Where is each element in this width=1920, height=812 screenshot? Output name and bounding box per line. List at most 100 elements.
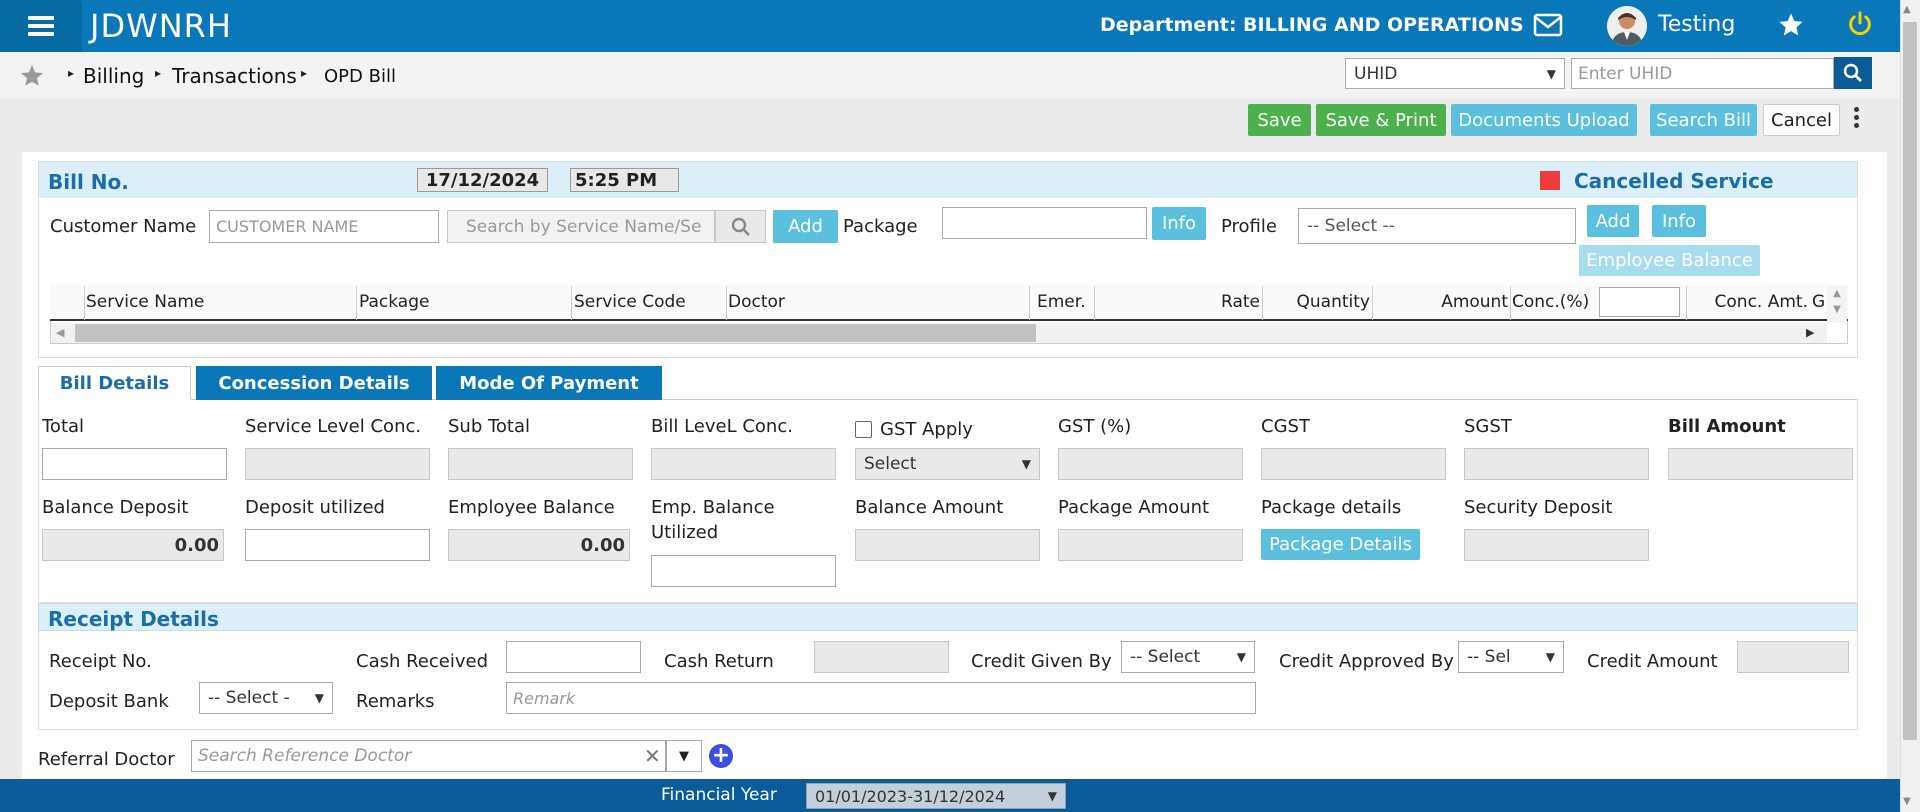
col-conc-pct[interactable]: Conc.(%) (1512, 292, 1589, 312)
gst-apply-checkbox[interactable] (855, 421, 872, 438)
tab-concession-details[interactable]: Concession Details (196, 366, 432, 400)
employee-balance-label: Employee Balance (448, 497, 615, 518)
bill-date: 17/12/2024 (417, 168, 548, 192)
tab-mode-of-payment[interactable]: Mode Of Payment (436, 366, 662, 400)
credit-given-by-value: -- Select (1130, 647, 1201, 667)
security-deposit-field (1464, 529, 1649, 561)
emp-balance-utilized-label-2: Utilized (651, 522, 719, 543)
conc-pct-input[interactable] (1599, 287, 1680, 317)
emp-balance-utilized-input[interactable] (651, 555, 836, 587)
chevron-down-icon: ▼ (1546, 66, 1556, 81)
col-service-code[interactable]: Service Code (574, 292, 686, 312)
tab-bill-details[interactable]: Bill Details (38, 366, 191, 400)
deposit-bank-select[interactable]: -- Select - ▼ (199, 682, 333, 714)
profile-select-value: -- Select -- (1307, 216, 1395, 236)
bill-amount-field (1668, 448, 1853, 480)
add-profile-button[interactable]: Add (1587, 205, 1639, 237)
breadcrumb-billing[interactable]: Billing (83, 64, 144, 88)
star-icon[interactable] (1777, 11, 1805, 39)
clear-icon[interactable]: ✕ (644, 744, 661, 768)
breadcrumb-opd-bill: OPD Bill (324, 66, 396, 87)
breadcrumb-transactions[interactable]: Transactions (172, 64, 297, 88)
power-icon[interactable] (1846, 10, 1874, 38)
chevron-down-icon: ▼ (1545, 650, 1555, 664)
uhid-input[interactable]: Enter UHID (1571, 58, 1834, 89)
package-info-button[interactable]: Info (1152, 207, 1206, 240)
search-type-select[interactable]: UHID ▼ (1345, 58, 1565, 89)
customer-name-label: Customer Name (50, 216, 197, 237)
search-button[interactable] (1834, 57, 1872, 89)
add-service-button[interactable]: Add (773, 210, 838, 243)
app-brand: JDWNRH (90, 7, 232, 45)
deposit-bank-value: -- Select - (208, 688, 290, 708)
cgst-label: CGST (1261, 416, 1310, 437)
documents-upload-button[interactable]: Documents Upload (1451, 104, 1637, 136)
gst-apply-label: GST Apply (880, 419, 973, 440)
service-search-input[interactable]: Search by Service Name/Se (447, 210, 715, 243)
deposit-utilized-input[interactable] (245, 529, 430, 561)
table-vscroll[interactable]: ▲ ▼ (1827, 286, 1847, 323)
receipt-no-label: Receipt No. (49, 651, 152, 672)
col-package[interactable]: Package (359, 292, 429, 312)
cancel-button[interactable]: Cancel (1763, 104, 1840, 136)
credit-approved-by-select[interactable]: -- Sel ▼ (1458, 641, 1564, 673)
col-doctor[interactable]: Doctor (728, 292, 785, 312)
financial-year-value: 01/01/2023-31/12/2024 (815, 786, 1006, 806)
mail-icon[interactable] (1533, 13, 1563, 37)
credit-given-by-select[interactable]: -- Select ▼ (1121, 641, 1255, 673)
balance-amount-field (855, 529, 1040, 561)
chevron-down-icon: ▼ (1047, 789, 1057, 803)
save-button[interactable]: Save (1248, 104, 1311, 136)
gst-pct-field (1058, 448, 1243, 480)
scroll-up-icon[interactable]: ▲ (1903, 4, 1911, 15)
employee-balance-button[interactable]: Employee Balance (1579, 245, 1760, 276)
favorite-star-icon[interactable] (19, 63, 45, 89)
referral-doctor-input[interactable]: Search Reference Doctor (191, 740, 666, 772)
scroll-down-icon[interactable]: ▼ (1903, 796, 1911, 807)
col-amount[interactable]: Amount (1372, 292, 1508, 312)
service-level-conc-label: Service Level Conc. (245, 416, 422, 437)
col-emergency[interactable]: Emer. (1037, 292, 1086, 312)
page-scroll-thumb[interactable] (1903, 22, 1917, 740)
service-level-conc-field (245, 448, 430, 480)
gst-select[interactable]: Select ▼ (855, 448, 1040, 480)
bill-time: 5:25 PM (570, 168, 679, 192)
cancelled-service-label: Cancelled Service (1574, 169, 1774, 193)
col-quantity[interactable]: Quantity (1262, 292, 1370, 312)
more-options-icon[interactable] (1854, 107, 1860, 128)
avatar[interactable] (1607, 6, 1647, 46)
receipt-details-title: Receipt Details (48, 607, 219, 631)
package-details-button[interactable]: Package Details (1261, 529, 1420, 560)
search-bill-button[interactable]: Search Bill (1650, 104, 1757, 136)
col-rate[interactable]: Rate (1094, 292, 1260, 312)
bill-level-conc-field (651, 448, 836, 480)
scroll-right-icon[interactable]: ▶ (1806, 326, 1814, 339)
remarks-input[interactable]: Remark (506, 682, 1256, 714)
total-label: Total (42, 416, 85, 437)
col-conc-amt[interactable]: Conc. Amt. (1686, 292, 1808, 312)
hscroll-thumb[interactable] (75, 324, 1036, 342)
menu-button[interactable] (0, 0, 82, 52)
bill-amount-label: Bill Amount (1668, 416, 1786, 437)
scroll-left-icon[interactable]: ◀ (56, 326, 64, 339)
save-print-button[interactable]: Save & Print (1316, 104, 1446, 136)
chevron-down-icon: ▼ (1236, 650, 1246, 664)
col-gst[interactable]: G (1812, 292, 1826, 312)
package-details-label: Package details (1261, 497, 1402, 518)
col-service-name[interactable]: Service Name (86, 292, 204, 312)
cgst-field (1261, 448, 1446, 480)
financial-year-select[interactable]: 01/01/2023-31/12/2024 ▼ (806, 783, 1066, 809)
profile-info-button[interactable]: Info (1652, 205, 1706, 237)
package-input[interactable] (942, 207, 1147, 239)
customer-name-input[interactable]: CUSTOMER NAME (209, 210, 439, 243)
cash-received-input[interactable] (506, 641, 641, 673)
total-input[interactable] (42, 448, 227, 480)
profile-select[interactable]: -- Select -- (1298, 208, 1576, 244)
credit-amount-field (1737, 641, 1849, 673)
add-circle-icon[interactable]: + (709, 744, 733, 768)
referral-dropdown-toggle[interactable]: ▼ (666, 740, 702, 772)
remarks-label: Remarks (356, 691, 435, 712)
chevron-down-icon: ▼ (679, 748, 689, 764)
service-search-button[interactable] (715, 210, 766, 243)
user-name[interactable]: Testing (1658, 12, 1735, 37)
